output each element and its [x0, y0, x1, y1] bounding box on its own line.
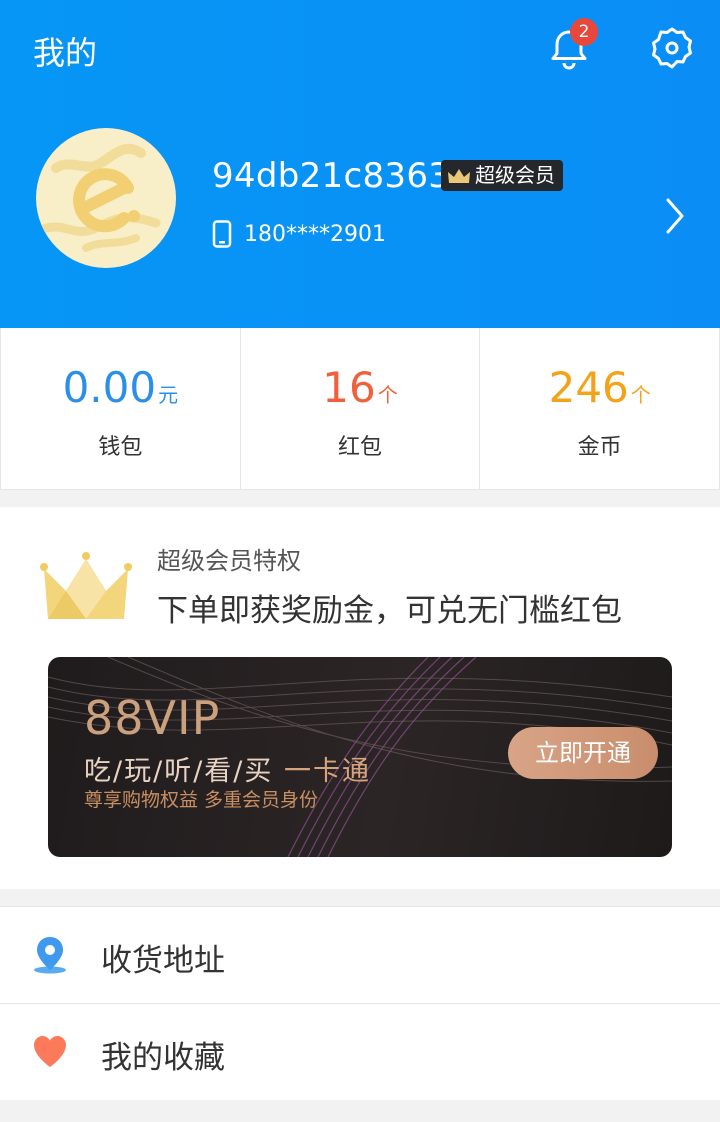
notification-badge: 2 [570, 18, 598, 46]
crown-icon [40, 552, 132, 619]
stat-wallet[interactable]: 0.00 元 钱包 [0, 328, 241, 490]
eleme-logo-icon [41, 143, 161, 252]
phone-number: 180****2901 [244, 221, 386, 247]
stat-coins[interactable]: 246 个 金币 [479, 328, 720, 490]
vip88-banner[interactable]: 88VIP 吃/玩/听/看/买 一卡通 尊享购物权益 多重会员身份 立即开通 [48, 657, 672, 857]
account-stats: 0.00 元 钱包 16 个 红包 246 个 金币 [0, 328, 720, 490]
vip-privilege-section: 超级会员特权 下单即获奖励金，可兑无门槛红包 88VIP 吃/玩/听/看/买 一… [0, 507, 720, 889]
privilege-title: 下单即获奖励金，可兑无门槛红包 [157, 593, 622, 629]
phone-row: 180****2901 [212, 220, 386, 248]
profile-header: 我的 2 94db21c8363 超级会员 180****2901 [0, 0, 720, 328]
avatar[interactable] [36, 128, 176, 268]
chevron-right-icon[interactable] [660, 196, 690, 236]
menu-label-address: 收货地址 [101, 943, 225, 979]
mobile-phone-icon [212, 220, 232, 248]
wallet-value: 0.00 [62, 363, 157, 412]
vip-benefits-text: 尊享购物权益 多重会员身份 [84, 789, 319, 811]
heart-icon [34, 1036, 66, 1067]
menu-item-address[interactable]: 收货地址 [0, 907, 720, 1004]
menu-label-favorites: 我的收藏 [101, 1040, 225, 1076]
menu-item-favorites[interactable]: 我的收藏 [0, 1004, 720, 1101]
vip-badge-label: 超级会员 [475, 163, 555, 187]
vip-badge: 超级会员 [441, 160, 563, 191]
page-title: 我的 [33, 34, 98, 72]
activate-vip-button[interactable]: 立即开通 [508, 727, 658, 779]
red-packet-unit: 个 [377, 383, 398, 407]
bottom-spacer [0, 1100, 720, 1122]
settings-gear-icon[interactable] [650, 26, 694, 70]
vip-tagline: 吃/玩/听/看/买 一卡通 [84, 749, 371, 788]
location-pin-icon [34, 937, 66, 974]
red-packet-label: 红包 [338, 435, 383, 460]
settings-menu: 收货地址 我的收藏 [0, 906, 720, 1101]
vip-tagline-text: 吃/玩/听/看/买 [84, 756, 274, 787]
red-packet-value: 16 [322, 363, 376, 412]
vip-brand-title: 88VIP [84, 691, 221, 745]
wallet-unit: 元 [158, 383, 179, 407]
coins-unit: 个 [630, 383, 651, 407]
coins-label: 金币 [577, 435, 622, 460]
username: 94db21c8363 [212, 156, 451, 196]
privilege-subtitle: 超级会员特权 [157, 547, 301, 575]
wallet-label: 钱包 [98, 435, 143, 460]
stat-red-packet[interactable]: 16 个 红包 [239, 328, 481, 490]
crown-icon [448, 168, 470, 183]
vip-tagline-highlight: 一卡通 [283, 756, 371, 787]
coins-value: 246 [548, 363, 629, 412]
